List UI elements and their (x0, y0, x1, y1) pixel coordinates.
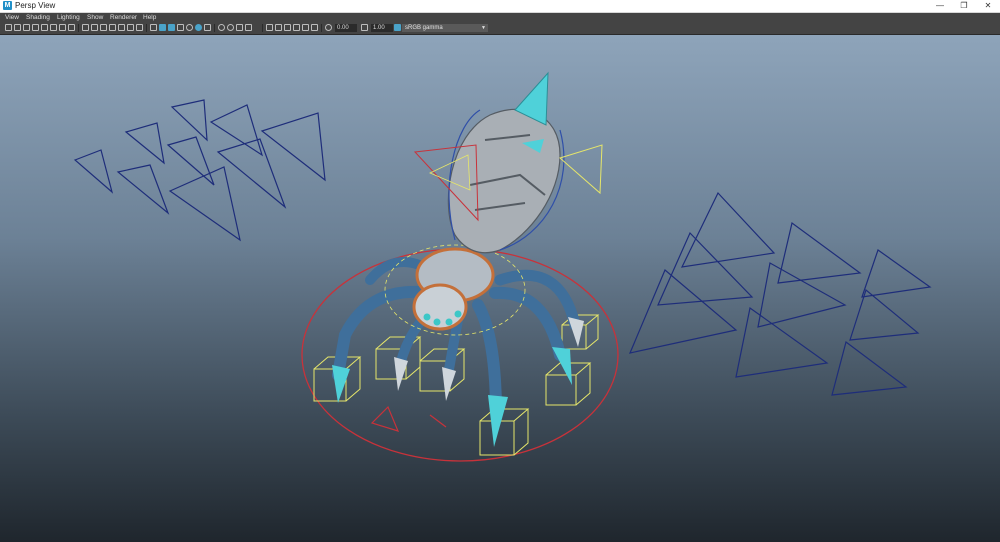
triangle-locator[interactable] (166, 136, 215, 186)
xray-joints-icon[interactable] (204, 24, 211, 31)
isolate-select-icon[interactable] (266, 24, 273, 31)
view-transform-select[interactable]: sRGB gamma ▼ (402, 24, 488, 32)
toolbar-separator (214, 24, 215, 32)
field-chart-icon[interactable] (109, 24, 116, 31)
menu-bar: View Shading Lighting Show Renderer Help (0, 13, 1000, 22)
triangle-locator[interactable] (735, 306, 829, 378)
viewport-scene (73, 71, 932, 462)
triangle-locator[interactable] (216, 138, 287, 209)
spine-control[interactable] (558, 144, 603, 195)
menu-show[interactable]: Show (87, 13, 103, 22)
gate-mask-icon[interactable] (100, 24, 107, 31)
claw (442, 367, 456, 401)
multisample-aa-icon[interactable] (236, 24, 243, 31)
color-management-icon[interactable] (394, 24, 401, 31)
bookmarks-icon[interactable] (32, 24, 39, 31)
triangle-locator[interactable] (73, 149, 114, 194)
spider-abdomen[interactable] (447, 71, 561, 254)
image-plane-icon[interactable] (41, 24, 48, 31)
triangle-locator[interactable] (849, 288, 920, 341)
perspective-viewport[interactable] (0, 35, 1000, 542)
view-transform-value: sRGB gamma (405, 25, 443, 31)
toolbar-separator (321, 24, 322, 32)
minimize-button[interactable]: — (928, 0, 952, 12)
exposure-icon[interactable] (325, 24, 332, 31)
lock-camera-icon[interactable] (14, 24, 21, 31)
shadows-icon[interactable] (186, 24, 193, 31)
motion-blur-icon[interactable] (227, 24, 234, 31)
depth-of-field-icon[interactable] (245, 24, 252, 31)
foot-control-cube[interactable] (419, 348, 466, 392)
2d-pan-zoom-icon[interactable] (50, 24, 57, 31)
frame-selection-icon[interactable] (302, 24, 309, 31)
direction-arrow-control[interactable] (370, 405, 400, 432)
menu-renderer[interactable]: Renderer (110, 13, 137, 22)
toolbar-separator (146, 24, 147, 32)
triangle-locator[interactable] (861, 249, 932, 298)
safe-title-icon[interactable] (127, 24, 134, 31)
smooth-shade-icon[interactable] (150, 24, 157, 31)
gamma-field[interactable]: 1.00 (371, 24, 393, 32)
xray-active-icon[interactable] (275, 24, 282, 31)
restore-button[interactable]: ❐ (952, 0, 976, 12)
triangle-locator[interactable] (831, 340, 908, 396)
exposure-field[interactable]: 0.00 (335, 24, 357, 32)
triangle-locator[interactable] (657, 231, 754, 306)
window-title: Persp View (15, 1, 56, 10)
triangle-locator[interactable] (757, 262, 847, 328)
triangle-locator[interactable] (124, 122, 165, 165)
menu-view[interactable]: View (5, 13, 19, 22)
xray-icon[interactable] (195, 24, 202, 31)
claw (332, 365, 350, 403)
spider-leg[interactable] (489, 286, 566, 361)
textured-icon[interactable] (168, 24, 175, 31)
menu-lighting[interactable]: Lighting (57, 13, 80, 22)
safe-action-icon[interactable] (118, 24, 125, 31)
right-triangle-locators (628, 191, 932, 396)
triangle-locator[interactable] (116, 164, 170, 215)
resolution-gate-icon[interactable] (91, 24, 98, 31)
wireframe-icon[interactable] (136, 24, 143, 31)
menu-shading[interactable]: Shading (26, 13, 50, 22)
spider-leg[interactable] (472, 299, 502, 413)
triangle-locator[interactable] (209, 104, 264, 157)
triangle-locator[interactable] (680, 191, 776, 268)
maya-app-icon: M (3, 1, 12, 10)
screen-space-ao-icon[interactable] (218, 24, 225, 31)
gamma-icon[interactable] (361, 24, 368, 31)
wireframe-on-shaded-icon[interactable] (159, 24, 166, 31)
left-triangle-locators (73, 99, 326, 242)
toggle-hud-icon[interactable] (311, 24, 318, 31)
toolbar-separator (262, 24, 263, 32)
select-camera-icon[interactable] (5, 24, 12, 31)
camera-attributes-icon[interactable] (23, 24, 30, 31)
film-gate-icon[interactable] (82, 24, 89, 31)
chevron-down-icon: ▼ (481, 25, 486, 31)
close-button[interactable]: ✕ (976, 0, 1000, 12)
grid-icon[interactable] (68, 24, 75, 31)
direction-line-control (429, 414, 447, 428)
ambient-occlusion-icon[interactable] (284, 24, 291, 31)
maya-persp-view-window: M Persp View — ❐ ✕ View Shading Lighting… (0, 0, 1000, 542)
use-all-lights-icon[interactable] (177, 24, 184, 31)
triangle-locator[interactable] (170, 99, 208, 142)
panel-toolbar: 0.00 1.00 sRGB gamma ▼ (0, 22, 1000, 35)
grease-pencil-icon[interactable] (59, 24, 66, 31)
toolbar-separator (78, 24, 79, 32)
triangle-locator[interactable] (628, 269, 738, 354)
frame-all-icon[interactable] (293, 24, 300, 31)
menu-help[interactable]: Help (143, 13, 156, 22)
claw (568, 317, 584, 347)
foot-control-cube[interactable] (479, 408, 530, 456)
title-bar: M Persp View — ❐ ✕ (0, 0, 1000, 13)
